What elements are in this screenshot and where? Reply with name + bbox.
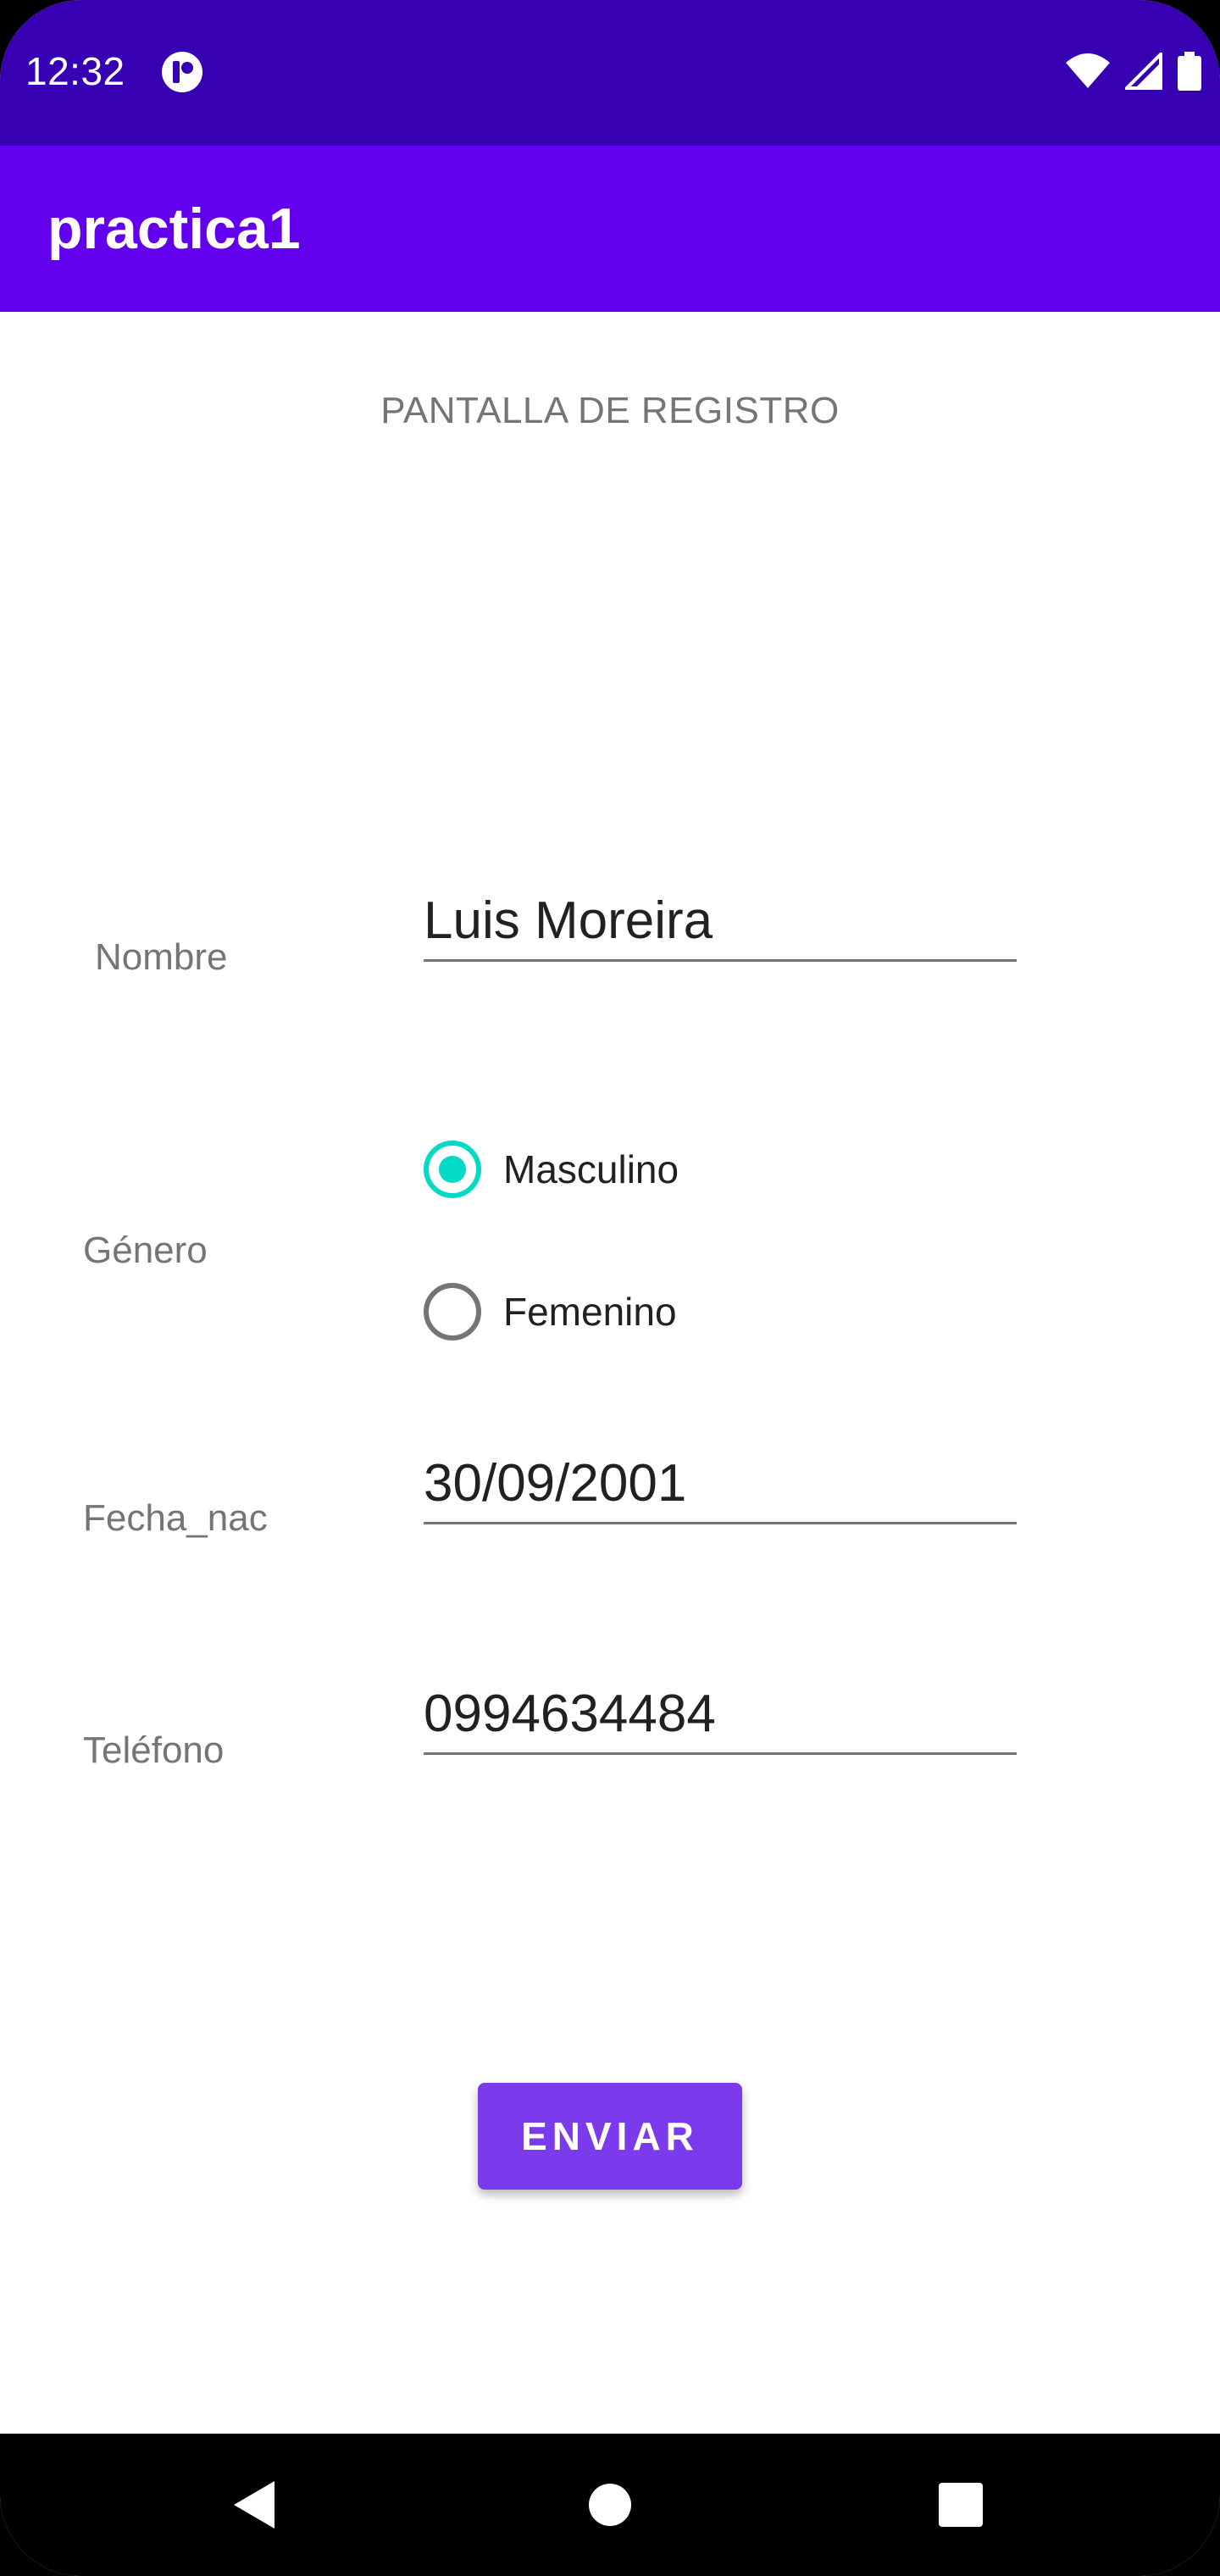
phone-input[interactable] (424, 1684, 1017, 1744)
app-bar: practica1 (0, 146, 1220, 312)
birthdate-input[interactable] (424, 1453, 1017, 1513)
name-field[interactable] (424, 888, 1017, 962)
app-title: practica1 (47, 197, 301, 261)
radio-masculino[interactable]: Masculino (424, 1135, 679, 1203)
recents-icon (939, 2483, 983, 2527)
radio-label-femenino: Femenino (503, 1290, 677, 1334)
home-icon (589, 2484, 631, 2526)
cellular-signal-icon (1125, 53, 1162, 90)
birthdate-field[interactable] (424, 1451, 1017, 1524)
wifi-icon (1066, 53, 1110, 88)
back-button[interactable] (220, 2471, 288, 2539)
status-time: 12:32 (25, 49, 125, 93)
phone-label: Teléfono (83, 1729, 225, 1771)
recents-button[interactable] (927, 2471, 995, 2539)
navigation-bar (0, 2434, 1220, 2576)
device-screen: 12:32 practica1 PANTALLA DE REGISTRO Nom… (0, 0, 1220, 2576)
submit-button[interactable]: ENVIAR (478, 2083, 742, 2190)
battery-icon (1178, 52, 1201, 91)
status-icons (1066, 51, 1201, 92)
radio-femenino[interactable]: Femenino (424, 1278, 677, 1346)
screen-header: PANTALLA DE REGISTRO (380, 390, 840, 431)
name-input[interactable] (424, 891, 1017, 951)
back-icon (234, 2481, 274, 2529)
gender-label: Género (83, 1230, 208, 1271)
radio-checked-icon[interactable] (424, 1141, 481, 1198)
app-notification-icon (162, 52, 202, 92)
phone-field[interactable] (424, 1681, 1017, 1755)
radio-label-masculino: Masculino (503, 1147, 679, 1191)
radio-unchecked-icon[interactable] (424, 1283, 481, 1341)
home-button[interactable] (576, 2471, 644, 2539)
name-label: Nombre (95, 936, 228, 978)
registration-form: PANTALLA DE REGISTRO Nombre Género Mascu… (0, 312, 1220, 2434)
birthdate-label: Fecha_nac (83, 1497, 268, 1539)
status-bar: 12:32 (0, 0, 1220, 146)
